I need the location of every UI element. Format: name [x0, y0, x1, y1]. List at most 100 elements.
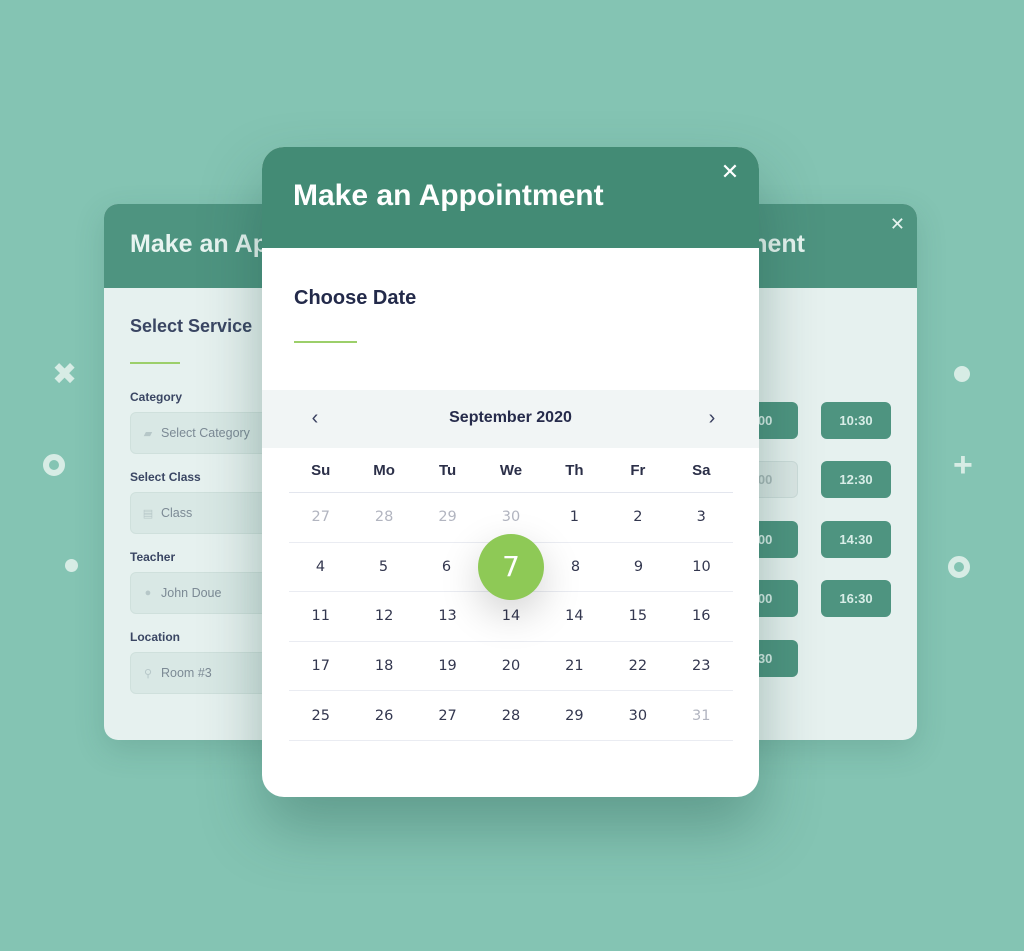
decorative-ring-icon: [948, 556, 970, 578]
calendar-day-outside-month: 28: [352, 493, 415, 542]
appointment-modal: Make an Appointment ✕ Choose Date ‹ Sept…: [262, 147, 759, 797]
day-number: 27: [311, 509, 330, 526]
calendar-day[interactable]: 16: [670, 592, 733, 641]
decorative-x-icon: ✖: [52, 358, 78, 391]
calendar-day[interactable]: 9: [607, 543, 670, 592]
day-number: 12: [374, 608, 394, 625]
calendar-day[interactable]: 8: [544, 543, 607, 592]
day-number: 19: [438, 658, 457, 675]
day-number: 4: [315, 558, 326, 575]
month-navigation: ‹ September 2020 ›: [262, 390, 759, 448]
day-number: 10: [692, 558, 711, 575]
calendar-day[interactable]: 19: [416, 642, 479, 691]
calendar-day[interactable]: 2: [606, 493, 669, 542]
teacher-value: John Doue: [161, 586, 222, 600]
day-number: 11: [311, 608, 330, 625]
calendar-day[interactable]: 27: [416, 691, 479, 740]
calendar-day[interactable]: 26: [352, 691, 415, 740]
modal-header: Make an Appointment ✕: [262, 147, 759, 248]
calendar-day[interactable]: 30: [606, 691, 669, 740]
class-value: Class: [161, 506, 193, 520]
chevron-right-icon: ›: [708, 407, 716, 429]
calendar-day[interactable]: 11: [289, 592, 352, 641]
next-month-button[interactable]: ›: [700, 407, 724, 430]
weekday-label: Sa: [692, 461, 711, 479]
category-value: Select Category: [161, 426, 250, 440]
day-number: 20: [501, 658, 521, 675]
calendar-day-outside-month: 27: [289, 493, 352, 542]
weekday-label: Tu: [438, 461, 457, 479]
weekday-label: Th: [565, 461, 584, 479]
calendar-day[interactable]: 28: [479, 691, 542, 740]
calendar-day[interactable]: 6: [415, 543, 478, 592]
day-number: 5: [378, 558, 389, 575]
time-slot[interactable]: 10:30: [821, 402, 891, 439]
close-button[interactable]: ✕: [717, 159, 743, 185]
heading-underline: [294, 341, 357, 343]
calendar-day-selected[interactable]: 7: [478, 533, 544, 600]
calendar-week-row: 17 18 19 20 21 22 23: [289, 642, 733, 692]
weekday-label: Fr: [630, 461, 646, 479]
day-number: 30: [501, 509, 521, 526]
close-icon[interactable]: ✕: [890, 214, 905, 235]
calendar-day[interactable]: 22: [606, 642, 669, 691]
calendar-day[interactable]: 18: [352, 642, 415, 691]
choose-date-heading: Choose Date: [294, 287, 417, 309]
month-label: September 2020: [449, 409, 572, 426]
day-number: 17: [311, 658, 330, 675]
day-number: 21: [565, 658, 584, 675]
calendar-day[interactable]: 5: [352, 543, 415, 592]
day-number: 1: [569, 509, 580, 526]
day-number: 27: [438, 707, 457, 724]
close-icon: ✕: [720, 159, 740, 184]
decorative-plus-icon: +: [953, 446, 973, 484]
day-number: 29: [565, 707, 584, 724]
time-slot[interactable]: 16:30: [821, 580, 891, 617]
weekday-header-row: Su Mo Tu We Th Fr Sa: [289, 448, 733, 493]
calendar-day[interactable]: 4: [289, 543, 352, 592]
calendar-day[interactable]: 20: [479, 642, 542, 691]
day-number: 14: [565, 608, 584, 625]
modal-title: Make an Appointment: [293, 179, 604, 212]
calendar-day[interactable]: 14: [543, 592, 606, 641]
calendar-day[interactable]: 15: [606, 592, 669, 641]
calendar-week-row: 25 26 27 28 29 30 31: [289, 691, 733, 741]
day-number: 3: [696, 509, 706, 526]
calendar-day-outside-month: 31: [670, 691, 733, 740]
calendar-day[interactable]: 23: [670, 642, 733, 691]
graduation-cap-icon: ▰: [143, 427, 153, 440]
decorative-dot-icon: [954, 366, 970, 382]
calendar-day[interactable]: 25: [289, 691, 352, 740]
calendar-day[interactable]: 29: [543, 691, 606, 740]
day-number: 9: [633, 558, 644, 575]
calendar-week-row: 4 5 6 7 8 9 10: [289, 533, 733, 600]
calendar-day[interactable]: 17: [289, 642, 352, 691]
user-icon: ●: [144, 587, 152, 599]
decorative-ring-icon: [43, 454, 65, 476]
calendar-day[interactable]: 12: [352, 592, 415, 641]
weekday-label: Su: [311, 461, 331, 479]
day-number: 7: [478, 533, 544, 600]
calendar-day[interactable]: 21: [543, 642, 606, 691]
day-number: 30: [628, 707, 648, 724]
service-card-title: Make an Ap: [130, 230, 269, 258]
class-icon: ▤: [142, 507, 154, 520]
time-card-title: nent: [752, 230, 805, 258]
day-number: 31: [692, 707, 711, 724]
weekday-label: Mo: [373, 461, 395, 479]
time-slot[interactable]: 12:30: [821, 461, 891, 498]
day-number: 28: [374, 509, 394, 526]
day-number: 18: [374, 658, 394, 675]
calendar-day[interactable]: 13: [416, 592, 479, 641]
day-number: 23: [692, 658, 711, 675]
calendar-day[interactable]: 10: [670, 543, 733, 592]
time-slot[interactable]: 14:30: [821, 521, 891, 558]
calendar-day[interactable]: 3: [670, 493, 733, 542]
day-number: 13: [438, 608, 457, 625]
location-value: Room #3: [161, 666, 212, 680]
calendar-day[interactable]: 1: [543, 493, 606, 542]
day-number: 15: [628, 608, 648, 625]
day-number: 28: [501, 707, 521, 724]
day-number: 8: [570, 558, 581, 575]
location-pin-icon: ⚲: [143, 667, 153, 680]
